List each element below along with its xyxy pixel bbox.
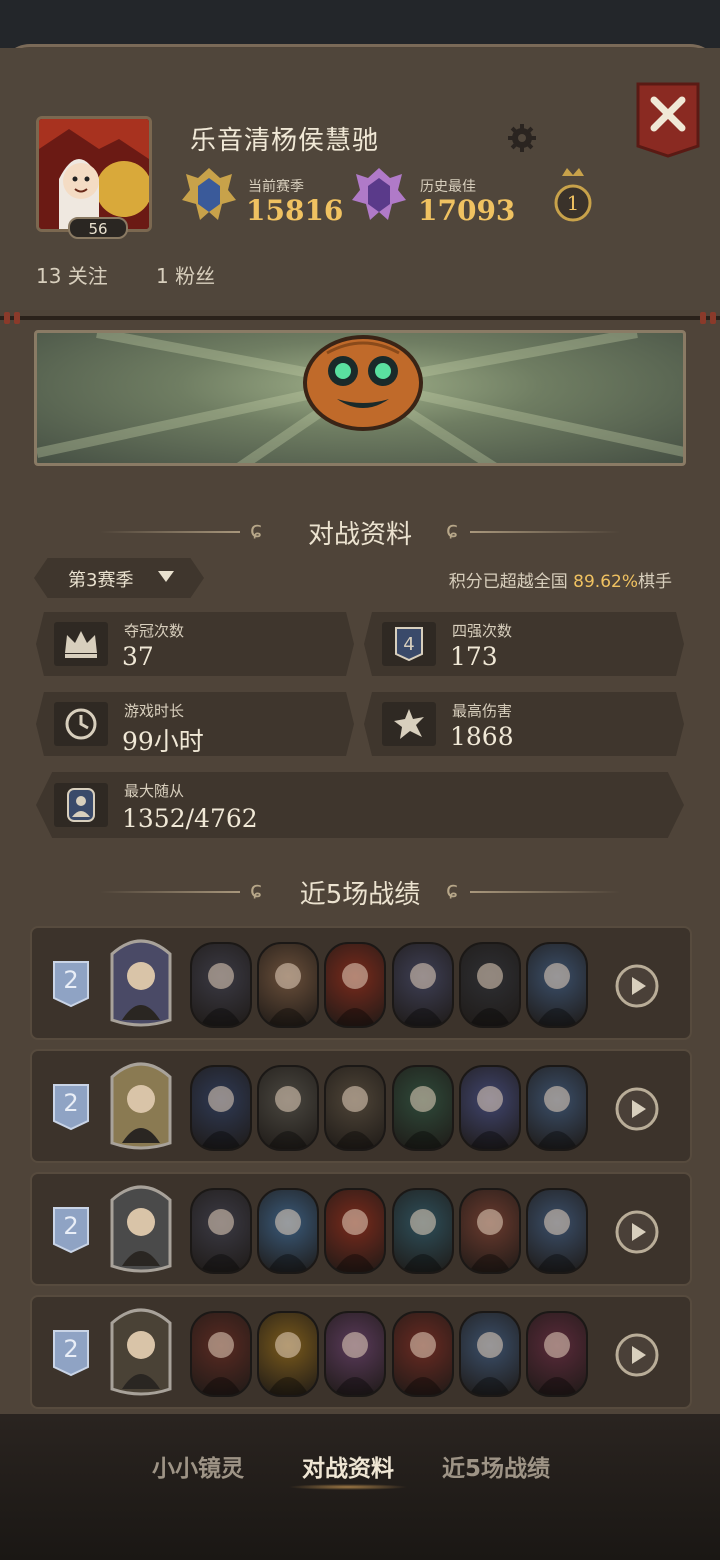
unit-portrait [392, 942, 454, 1028]
stat-play-time: 游戏时长 99小时 [36, 692, 354, 756]
match-row[interactable]: 2 [30, 1049, 692, 1163]
mirror-spirit-banner[interactable] [34, 330, 686, 466]
unit-portrait [392, 1065, 454, 1151]
rank-crown-badge: 1 [552, 166, 594, 224]
hero-portrait [110, 939, 172, 1027]
svg-text:4: 4 [403, 634, 414, 655]
following-count[interactable]: 13 关注 [36, 260, 108, 289]
stat-max-damage: 最高伤害 1868 [364, 692, 684, 756]
hero-portrait [110, 1308, 172, 1396]
divider-line [470, 531, 620, 533]
close-icon[interactable] [636, 82, 700, 158]
unit-portrait [526, 1188, 588, 1274]
level-badge: 56 [68, 217, 128, 239]
active-tab-indicator [288, 1484, 408, 1490]
swirl-ornament-icon: ɕ [446, 878, 459, 903]
unit-portrait [392, 1311, 454, 1397]
tab-recent-matches[interactable]: 近5场战绩 [442, 1449, 550, 1483]
unit-portrait [257, 1065, 319, 1151]
swirl-ornament-icon: ɕ [446, 518, 459, 543]
divider-rod [0, 312, 720, 324]
unit-portrait [190, 1065, 252, 1151]
season-rank-icon [182, 168, 236, 220]
unit-portrait [526, 1311, 588, 1397]
unit-portrait [190, 1311, 252, 1397]
clock-icon [54, 702, 108, 746]
unit-portrait [257, 1311, 319, 1397]
top-background [0, 0, 720, 48]
replay-icon[interactable] [614, 963, 660, 1009]
replay-icon[interactable] [614, 1332, 660, 1378]
four-badge-icon: 4 [382, 622, 436, 666]
divider-line [470, 891, 620, 893]
match-row[interactable]: 2 [30, 1172, 692, 1286]
pumpkin-spirit-icon [37, 333, 683, 463]
unit-portrait [392, 1188, 454, 1274]
unit-portrait [190, 1188, 252, 1274]
placement-number: 2 [63, 1335, 79, 1363]
match-row[interactable]: 2 [30, 926, 692, 1040]
followers-count[interactable]: 1 粉丝 [156, 260, 215, 289]
placement-number: 2 [63, 966, 79, 994]
hero-portrait [110, 1185, 172, 1273]
unit-portrait [257, 1188, 319, 1274]
chevron-down-icon [158, 571, 174, 582]
unit-portrait [459, 942, 521, 1028]
gear-icon[interactable] [506, 122, 538, 154]
rank-number: 1 [566, 191, 580, 215]
unit-portrait [257, 942, 319, 1028]
tab-battle-info[interactable]: 对战资料 [302, 1449, 394, 1483]
unit-portrait [190, 942, 252, 1028]
unit-portrait [459, 1065, 521, 1151]
placement-number: 2 [63, 1089, 79, 1117]
stat-champion-count: 夺冠次数 37 [36, 612, 354, 676]
current-season-score: 15816 [246, 194, 344, 227]
avatar[interactable] [36, 116, 152, 232]
replay-icon[interactable] [614, 1209, 660, 1255]
unit-portrait [459, 1311, 521, 1397]
unit-portrait [526, 1065, 588, 1151]
stat-max-minion: 最大随从 1352/4762 [36, 772, 684, 838]
burst-icon [382, 702, 436, 746]
crown-icon [54, 622, 108, 666]
unit-portrait [324, 1188, 386, 1274]
percentile-value: 89.62% [573, 572, 638, 592]
player-name: 乐音清杨侯慧驰 [190, 126, 380, 156]
unit-portrait [324, 1311, 386, 1397]
hero-portrait [110, 1062, 172, 1150]
unit-portrait [459, 1188, 521, 1274]
best-rank-icon [352, 168, 406, 220]
unit-portrait [526, 942, 588, 1028]
season-dropdown-label: 第3赛季 [68, 570, 134, 591]
placement-number: 2 [63, 1212, 79, 1240]
minion-icon [54, 783, 108, 827]
current-season-label: 当前赛季 [248, 179, 304, 195]
tab-mirror-spirit[interactable]: 小小镜灵 [152, 1449, 244, 1483]
replay-icon[interactable] [614, 1086, 660, 1132]
match-row[interactable]: 2 [30, 1295, 692, 1409]
percentile-text: 积分已超越全国 89.62%棋手 [448, 572, 672, 592]
stat-top4-count: 4 四强次数 173 [364, 612, 684, 676]
unit-portrait [324, 1065, 386, 1151]
unit-portrait [324, 942, 386, 1028]
best-score: 17093 [418, 194, 516, 227]
best-label: 历史最佳 [420, 179, 476, 195]
